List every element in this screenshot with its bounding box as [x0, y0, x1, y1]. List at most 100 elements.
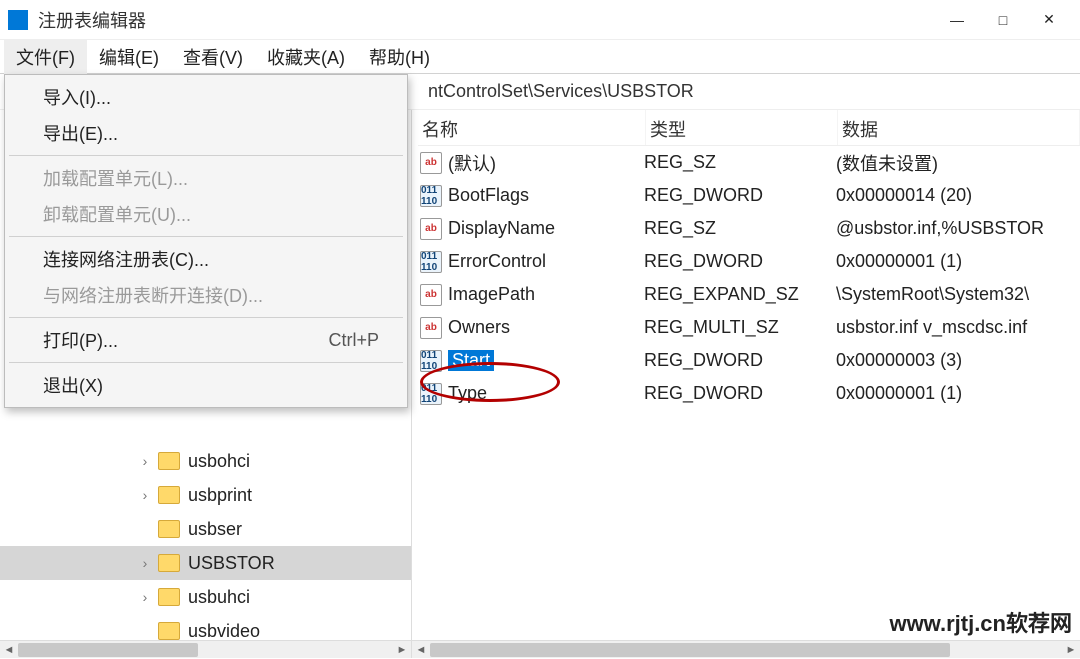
list-row[interactable]: 011 110ErrorControlREG_DWORD0x00000001 (…: [418, 245, 1080, 278]
menu-exit[interactable]: 退出(X): [7, 367, 405, 403]
value-type: REG_SZ: [644, 152, 836, 173]
tree-item-label: usbser: [188, 519, 242, 540]
menu-separator: [9, 362, 403, 363]
menu-file[interactable]: 文件(F): [4, 40, 87, 74]
scroll-right-icon[interactable]: ►: [1062, 641, 1080, 659]
value-name: Start: [448, 350, 644, 371]
tree-item[interactable]: usbser: [0, 512, 411, 546]
tree-scroll-thumb[interactable]: [18, 643, 198, 657]
value-data: 0x00000003 (3): [836, 350, 1080, 371]
menubar: 文件(F) 编辑(E) 查看(V) 收藏夹(A) 帮助(H): [0, 40, 1080, 74]
list-row[interactable]: ab DisplayNameREG_SZ@usbstor.inf,%USBSTOR: [418, 212, 1080, 245]
tree-item[interactable]: usbvideo: [0, 614, 411, 640]
value-name: Owners: [448, 317, 644, 338]
list-scroll-thumb[interactable]: [430, 643, 950, 657]
list-hscroll[interactable]: ◄ ►: [412, 641, 1080, 658]
address-path: ntControlSet\Services\USBSTOR: [428, 81, 694, 102]
value-name: DisplayName: [448, 218, 644, 239]
string-value-icon: ab: [420, 317, 442, 339]
binary-value-icon: 011 110: [420, 383, 442, 405]
value-type: REG_MULTI_SZ: [644, 317, 836, 338]
list-body: ab(默认)REG_SZ(数值未设置)011 110BootFlagsREG_D…: [418, 146, 1080, 410]
menu-separator: [9, 236, 403, 237]
chevron-right-icon[interactable]: ›: [136, 487, 154, 503]
value-type: REG_EXPAND_SZ: [644, 284, 836, 305]
file-menu-dropdown: 导入(I)... 导出(E)... 加载配置单元(L)... 卸载配置单元(U)…: [4, 74, 408, 408]
value-name: ErrorControl: [448, 251, 644, 272]
column-type[interactable]: 类型: [646, 110, 838, 145]
value-data: 0x00000001 (1): [836, 383, 1080, 404]
menu-disconnect-network: 与网络注册表断开连接(D)...: [7, 277, 405, 313]
shortcut-label: Ctrl+P: [328, 330, 387, 351]
tree-item-label: usbprint: [188, 485, 252, 506]
string-value-icon: ab: [420, 284, 442, 306]
column-data[interactable]: 数据: [838, 110, 1080, 145]
menu-edit[interactable]: 编辑(E): [87, 40, 171, 74]
tree-item-label: usbohci: [188, 451, 250, 472]
menu-export[interactable]: 导出(E)...: [7, 115, 405, 151]
list-row[interactable]: 011 110 StartREG_DWORD0x00000003 (3): [418, 344, 1080, 377]
menu-connect-network[interactable]: 连接网络注册表(C)...: [7, 241, 405, 277]
maximize-button[interactable]: □: [980, 4, 1026, 36]
minimize-button[interactable]: —: [934, 4, 980, 36]
list-pane: 名称 类型 数据 ab(默认)REG_SZ(数值未设置)011 110BootF…: [418, 110, 1080, 640]
tree-item-label: usbvideo: [188, 621, 260, 641]
value-name: (默认): [448, 150, 644, 176]
close-button[interactable]: ✕: [1026, 4, 1072, 36]
tree-item-label: USBSTOR: [188, 553, 275, 574]
tree-item[interactable]: › usbuhci: [0, 580, 411, 614]
value-data: \SystemRoot\System32\: [836, 284, 1080, 305]
tree-item-label: usbuhci: [188, 587, 250, 608]
tree-item[interactable]: › USBSTOR: [0, 546, 411, 580]
scroll-left-icon[interactable]: ◄: [412, 641, 430, 659]
list-row[interactable]: 011 110TypeREG_DWORD0x00000001 (1): [418, 377, 1080, 410]
window-title: 注册表编辑器: [38, 7, 146, 33]
value-data: usbstor.inf v_mscdsc.inf: [836, 317, 1080, 338]
folder-icon: [158, 622, 180, 640]
menu-separator: [9, 155, 403, 156]
titlebar: 注册表编辑器 — □ ✕: [0, 0, 1080, 40]
watermark: www.rjtj.cn软荐网: [889, 606, 1072, 638]
list-row[interactable]: 011 110BootFlagsREG_DWORD0x00000014 (20): [418, 179, 1080, 212]
menu-print[interactable]: 打印(P)... Ctrl+P: [7, 322, 405, 358]
value-type: REG_DWORD: [644, 185, 836, 206]
menu-separator: [9, 317, 403, 318]
value-data: 0x00000001 (1): [836, 251, 1080, 272]
menu-unload-hive: 卸载配置单元(U)...: [7, 196, 405, 232]
menu-load-hive: 加载配置单元(L)...: [7, 160, 405, 196]
list-row[interactable]: abImagePathREG_EXPAND_SZ\SystemRoot\Syst…: [418, 278, 1080, 311]
folder-icon: [158, 452, 180, 470]
tree-item[interactable]: › usbohci: [0, 444, 411, 478]
value-type: REG_DWORD: [644, 350, 836, 371]
chevron-right-icon[interactable]: ›: [136, 589, 154, 605]
value-data: 0x00000014 (20): [836, 185, 1080, 206]
value-type: REG_SZ: [644, 218, 836, 239]
string-value-icon: ab: [420, 218, 442, 240]
folder-icon: [158, 486, 180, 504]
folder-icon: [158, 520, 180, 538]
value-name: BootFlags: [448, 185, 644, 206]
tree-hscroll[interactable]: ◄ ►: [0, 641, 412, 658]
menu-favorites[interactable]: 收藏夹(A): [255, 40, 357, 74]
menu-help[interactable]: 帮助(H): [357, 40, 442, 74]
binary-value-icon: 011 110: [420, 251, 442, 273]
app-icon: [8, 10, 28, 30]
scroll-left-icon[interactable]: ◄: [0, 641, 18, 659]
chevron-right-icon[interactable]: ›: [136, 453, 154, 469]
tree-item[interactable]: › usbprint: [0, 478, 411, 512]
scroll-right-icon[interactable]: ►: [393, 641, 411, 659]
folder-icon: [158, 588, 180, 606]
string-value-icon: ab: [420, 152, 442, 174]
list-row[interactable]: ab OwnersREG_MULTI_SZusbstor.inf v_mscdsc…: [418, 311, 1080, 344]
chevron-right-icon[interactable]: ›: [136, 555, 154, 571]
menu-view[interactable]: 查看(V): [171, 40, 255, 74]
value-data: @usbstor.inf,%USBSTOR: [836, 218, 1080, 239]
menu-import[interactable]: 导入(I)...: [7, 79, 405, 115]
column-name[interactable]: 名称: [418, 110, 646, 145]
list-header: 名称 类型 数据: [418, 110, 1080, 146]
folder-icon: [158, 554, 180, 572]
binary-value-icon: 011 110: [420, 350, 442, 372]
value-name: Type: [448, 383, 644, 404]
list-row[interactable]: ab (默认)REG_SZ(数值未设置): [418, 146, 1080, 179]
value-data: (数值未设置): [836, 150, 1080, 176]
